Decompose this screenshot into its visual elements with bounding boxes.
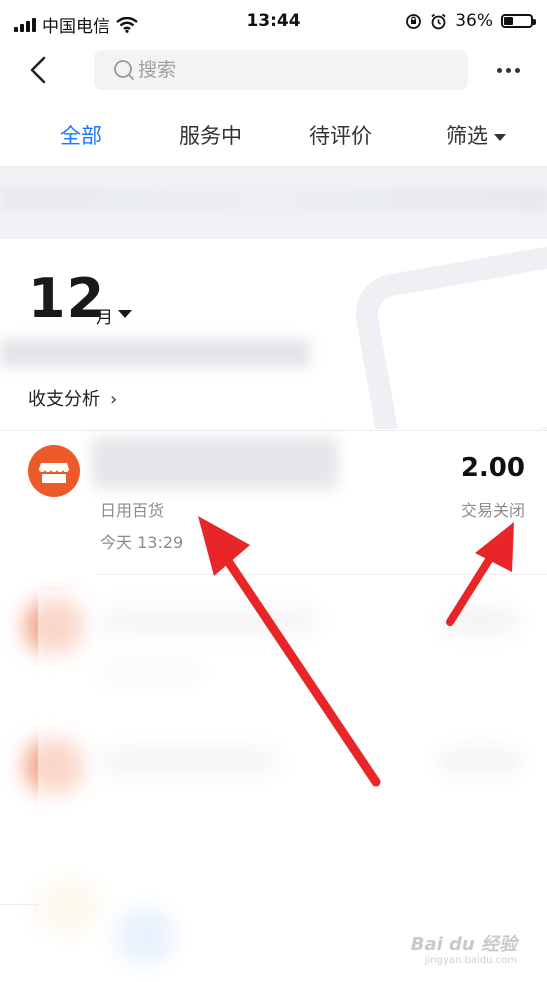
more-options-icon[interactable]	[497, 58, 525, 82]
back-icon[interactable]	[22, 50, 62, 90]
transaction-status: 交易关闭	[460, 501, 525, 520]
blurred-merchant-name	[92, 437, 338, 489]
analysis-label: 收支分析	[28, 389, 100, 410]
blur-overlay	[38, 590, 547, 982]
search-box[interactable]	[94, 50, 468, 90]
baidu-watermark-url: jingyan.baidu.com	[424, 955, 517, 966]
tab-in-service[interactable]: 服务中	[179, 120, 242, 150]
rotation-lock-icon	[406, 13, 422, 29]
store-icon	[28, 445, 80, 497]
filter-tabs: 全部 服务中 待评价 筛选	[0, 104, 547, 167]
nav-bar	[0, 44, 547, 94]
search-icon	[114, 60, 134, 80]
month-section: 12 月 收支分析 ›	[0, 239, 547, 429]
caret-down-icon	[494, 133, 506, 141]
month-number[interactable]: 12	[28, 267, 105, 330]
tab-to-review[interactable]: 待评价	[309, 120, 372, 150]
blurred-summary	[0, 339, 310, 367]
battery-icon	[501, 14, 536, 28]
analysis-link[interactable]: 收支分析 ›	[28, 385, 117, 411]
blurred-banner	[0, 167, 547, 239]
baidu-watermark: Bai du 经验	[410, 934, 517, 955]
month-unit[interactable]: 月	[96, 303, 113, 328]
chevron-right-icon: ›	[110, 389, 118, 410]
search-input[interactable]	[138, 59, 438, 81]
transaction-category: 日用百货	[100, 501, 165, 520]
tab-filter-label: 筛选	[446, 124, 488, 148]
status-right: 36%	[405, 11, 536, 31]
background-watermark-shape	[349, 239, 547, 429]
transaction-row[interactable]: 2.00 日用百货 交易关闭 今天 13:29	[0, 430, 547, 579]
storefront-icon	[39, 463, 69, 483]
row-divider	[96, 574, 547, 575]
tab-all[interactable]: 全部	[60, 120, 102, 150]
month-caret-down-icon[interactable]	[118, 310, 132, 318]
transaction-amount: 2.00	[460, 453, 525, 483]
blurred-transaction-list	[0, 578, 547, 982]
battery-level	[504, 17, 514, 25]
transaction-time: 今天 13:29	[100, 533, 184, 552]
tab-filter[interactable]: 筛选	[446, 120, 506, 150]
status-bar: 中国电信 13:44 36%	[0, 0, 547, 44]
battery-percent: 36%	[455, 11, 493, 31]
alarm-icon	[431, 13, 446, 29]
